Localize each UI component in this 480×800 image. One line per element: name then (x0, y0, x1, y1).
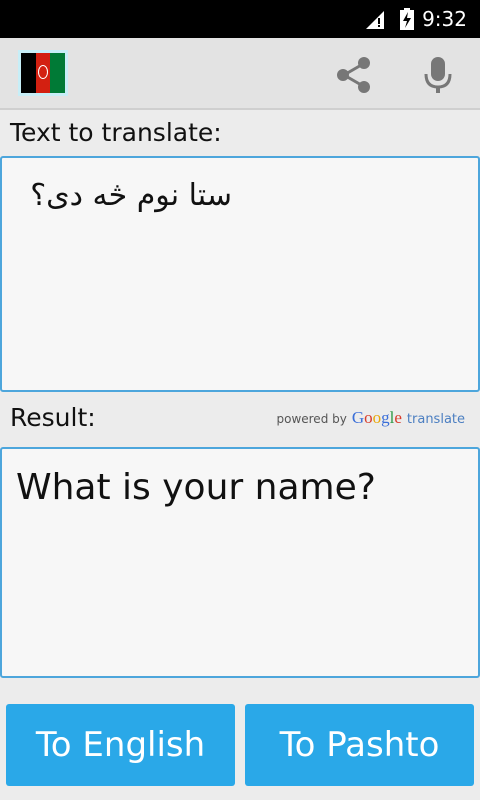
flag-stripes (21, 53, 65, 93)
text-to-translate-label: Text to translate: (10, 118, 222, 147)
status-bar: 9:32 (0, 0, 480, 38)
battery-charging-icon (400, 8, 414, 30)
google-logo-letter: g (381, 408, 390, 427)
google-logo-letter: o (364, 408, 373, 427)
to-pashto-button[interactable]: To Pashto (245, 704, 474, 786)
result-text-value: What is your name? (16, 467, 376, 508)
microphone-icon[interactable] (420, 55, 456, 95)
status-time: 9:32 (422, 7, 467, 31)
result-text-area[interactable]: What is your name? (0, 447, 480, 678)
google-logo-letter: G (351, 408, 365, 427)
flag-red-stripe (35, 53, 51, 93)
powered-by-text: powered by (276, 412, 347, 426)
translate-text: translate (406, 412, 465, 427)
google-logo-letter: e (394, 408, 402, 427)
input-text-value: ستا نوم څه دی؟ (30, 178, 232, 213)
flag-green-stripe (50, 53, 65, 93)
signal-icon (366, 11, 384, 29)
flag-emblem (37, 65, 48, 79)
google-logo: Google (352, 408, 402, 428)
afghanistan-flag-icon[interactable] (18, 50, 68, 96)
input-text-area[interactable]: ستا نوم څه دی؟ (0, 156, 480, 392)
to-english-button[interactable]: To English (6, 704, 235, 786)
google-translate-attribution: powered by Google translate (276, 408, 465, 428)
result-label: Result: (10, 403, 96, 432)
google-logo-letter: o (372, 408, 382, 427)
flag-black-stripe (21, 53, 36, 93)
action-bar (0, 38, 480, 110)
share-icon[interactable] (334, 55, 374, 95)
